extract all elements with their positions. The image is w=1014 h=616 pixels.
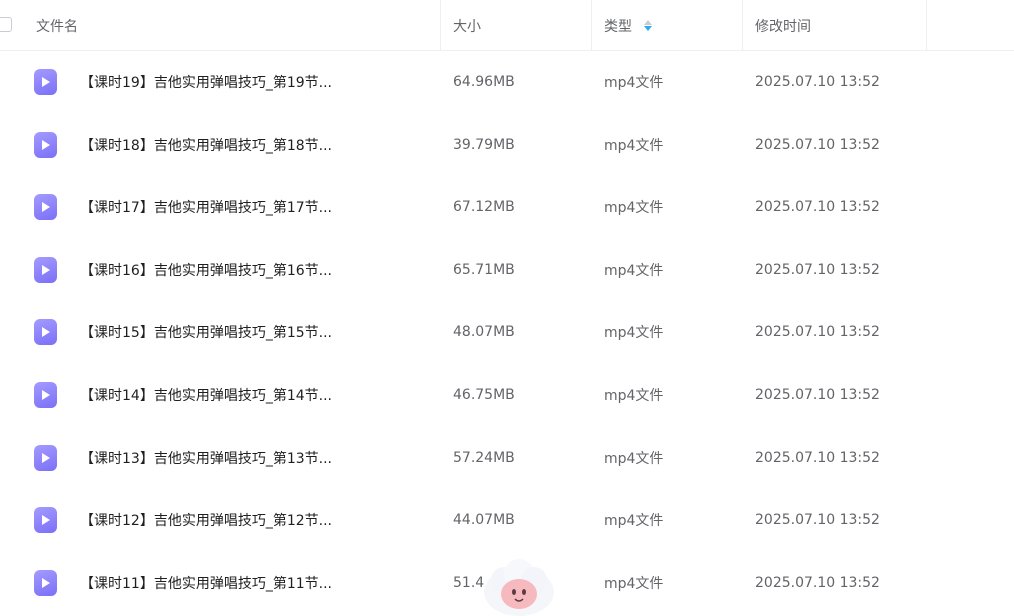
file-name[interactable]: 【课时19】吉他实用弹唱技巧_第19节... xyxy=(80,51,332,113)
column-divider[interactable] xyxy=(440,0,441,51)
column-divider[interactable] xyxy=(591,0,592,51)
file-name[interactable]: 【课时13】吉他实用弹唱技巧_第13节... xyxy=(80,427,332,489)
file-row[interactable]: 【课时15】吉他实用弹唱技巧_第15节... 48.07MB mp4文件 202… xyxy=(0,301,1014,364)
column-divider[interactable] xyxy=(742,0,743,51)
file-size: 57.24MB xyxy=(453,449,515,466)
file-name[interactable]: 【课时18】吉他实用弹唱技巧_第18节... xyxy=(80,114,332,176)
column-header-modified[interactable]: 修改时间 xyxy=(755,0,811,51)
video-file-icon xyxy=(34,256,57,283)
file-name[interactable]: 【课时14】吉他实用弹唱技巧_第14节... xyxy=(80,364,332,426)
file-modified-time: 2025.07.10 13:52 xyxy=(755,574,880,591)
video-file-icon xyxy=(34,569,57,596)
file-modified-time: 2025.07.10 13:52 xyxy=(755,512,880,529)
file-type: mp4文件 xyxy=(604,325,664,342)
file-name[interactable]: 【课时11】吉他实用弹唱技巧_第11节... xyxy=(80,552,332,614)
file-name[interactable]: 【课时15】吉他实用弹唱技巧_第15节... xyxy=(80,301,332,363)
file-type: mp4文件 xyxy=(604,575,664,592)
file-name[interactable]: 【课时16】吉他实用弹唱技巧_第16节... xyxy=(80,239,332,301)
file-name[interactable]: 【课时17】吉他实用弹唱技巧_第17节... xyxy=(80,176,332,238)
video-file-icon xyxy=(34,507,57,534)
video-file-icon xyxy=(34,381,57,408)
file-list-header: 文件名 大小 类型 修改时间 xyxy=(0,0,1014,51)
file-row[interactable]: 【课时12】吉他实用弹唱技巧_第12节... 44.07MB mp4文件 202… xyxy=(0,489,1014,552)
file-size: 46.75MB xyxy=(453,386,515,403)
file-size: 67.12MB xyxy=(453,199,515,216)
file-name[interactable]: 【课时12】吉他实用弹唱技巧_第12节... xyxy=(80,489,332,551)
file-modified-time: 2025.07.10 13:52 xyxy=(755,386,880,403)
file-size: 44.07MB xyxy=(453,512,515,529)
file-row[interactable]: 【课时17】吉他实用弹唱技巧_第17节... 67.12MB mp4文件 202… xyxy=(0,176,1014,239)
file-row[interactable]: 【课时19】吉他实用弹唱技巧_第19节... 64.96MB mp4文件 202… xyxy=(0,51,1014,114)
column-header-name-label: 文件名 xyxy=(36,18,78,35)
sort-icon[interactable] xyxy=(644,20,652,31)
column-header-size[interactable]: 大小 xyxy=(453,0,481,51)
file-row[interactable]: 【课时14】吉他实用弹唱技巧_第14节... 46.75MB mp4文件 202… xyxy=(0,364,1014,427)
file-type: mp4文件 xyxy=(604,450,664,467)
column-header-type[interactable]: 类型 xyxy=(604,0,652,51)
assistant-mascot-icon[interactable] xyxy=(480,556,558,616)
file-type: mp4文件 xyxy=(604,387,664,404)
video-file-icon xyxy=(34,69,57,95)
file-modified-time: 2025.07.10 13:52 xyxy=(755,324,880,341)
file-row[interactable]: 【课时18】吉他实用弹唱技巧_第18节... 39.79MB mp4文件 202… xyxy=(0,114,1014,177)
file-list: 【课时19】吉他实用弹唱技巧_第19节... 64.96MB mp4文件 202… xyxy=(0,51,1014,614)
file-row[interactable]: 【课时16】吉他实用弹唱技巧_第16节... 65.71MB mp4文件 202… xyxy=(0,239,1014,302)
file-modified-time: 2025.07.10 13:52 xyxy=(755,74,880,90)
video-file-icon xyxy=(34,444,57,471)
column-divider[interactable] xyxy=(926,0,927,51)
file-size: 65.71MB xyxy=(453,261,515,278)
column-header-type-label: 类型 xyxy=(604,18,632,35)
file-type: mp4文件 xyxy=(604,262,664,279)
file-type: mp4文件 xyxy=(604,75,664,91)
video-file-icon xyxy=(34,319,57,346)
file-modified-time: 2025.07.10 13:52 xyxy=(755,449,880,466)
file-type: mp4文件 xyxy=(604,200,664,217)
file-modified-time: 2025.07.10 13:52 xyxy=(755,136,880,153)
file-row[interactable]: 【课时13】吉他实用弹唱技巧_第13节... 57.24MB mp4文件 202… xyxy=(0,427,1014,490)
file-type: mp4文件 xyxy=(604,513,664,530)
file-modified-time: 2025.07.10 13:52 xyxy=(755,199,880,216)
select-all-checkbox[interactable] xyxy=(0,17,12,32)
file-size: 39.79MB xyxy=(453,136,515,153)
column-header-size-label: 大小 xyxy=(453,18,481,35)
file-type: mp4文件 xyxy=(604,137,664,154)
file-modified-time: 2025.07.10 13:52 xyxy=(755,261,880,278)
file-size: 48.07MB xyxy=(453,324,515,341)
video-file-icon xyxy=(34,194,57,221)
column-header-modified-label: 修改时间 xyxy=(755,18,811,35)
column-header-name[interactable]: 文件名 xyxy=(36,0,78,51)
file-size: 64.96MB xyxy=(453,74,515,90)
video-file-icon xyxy=(34,131,57,158)
